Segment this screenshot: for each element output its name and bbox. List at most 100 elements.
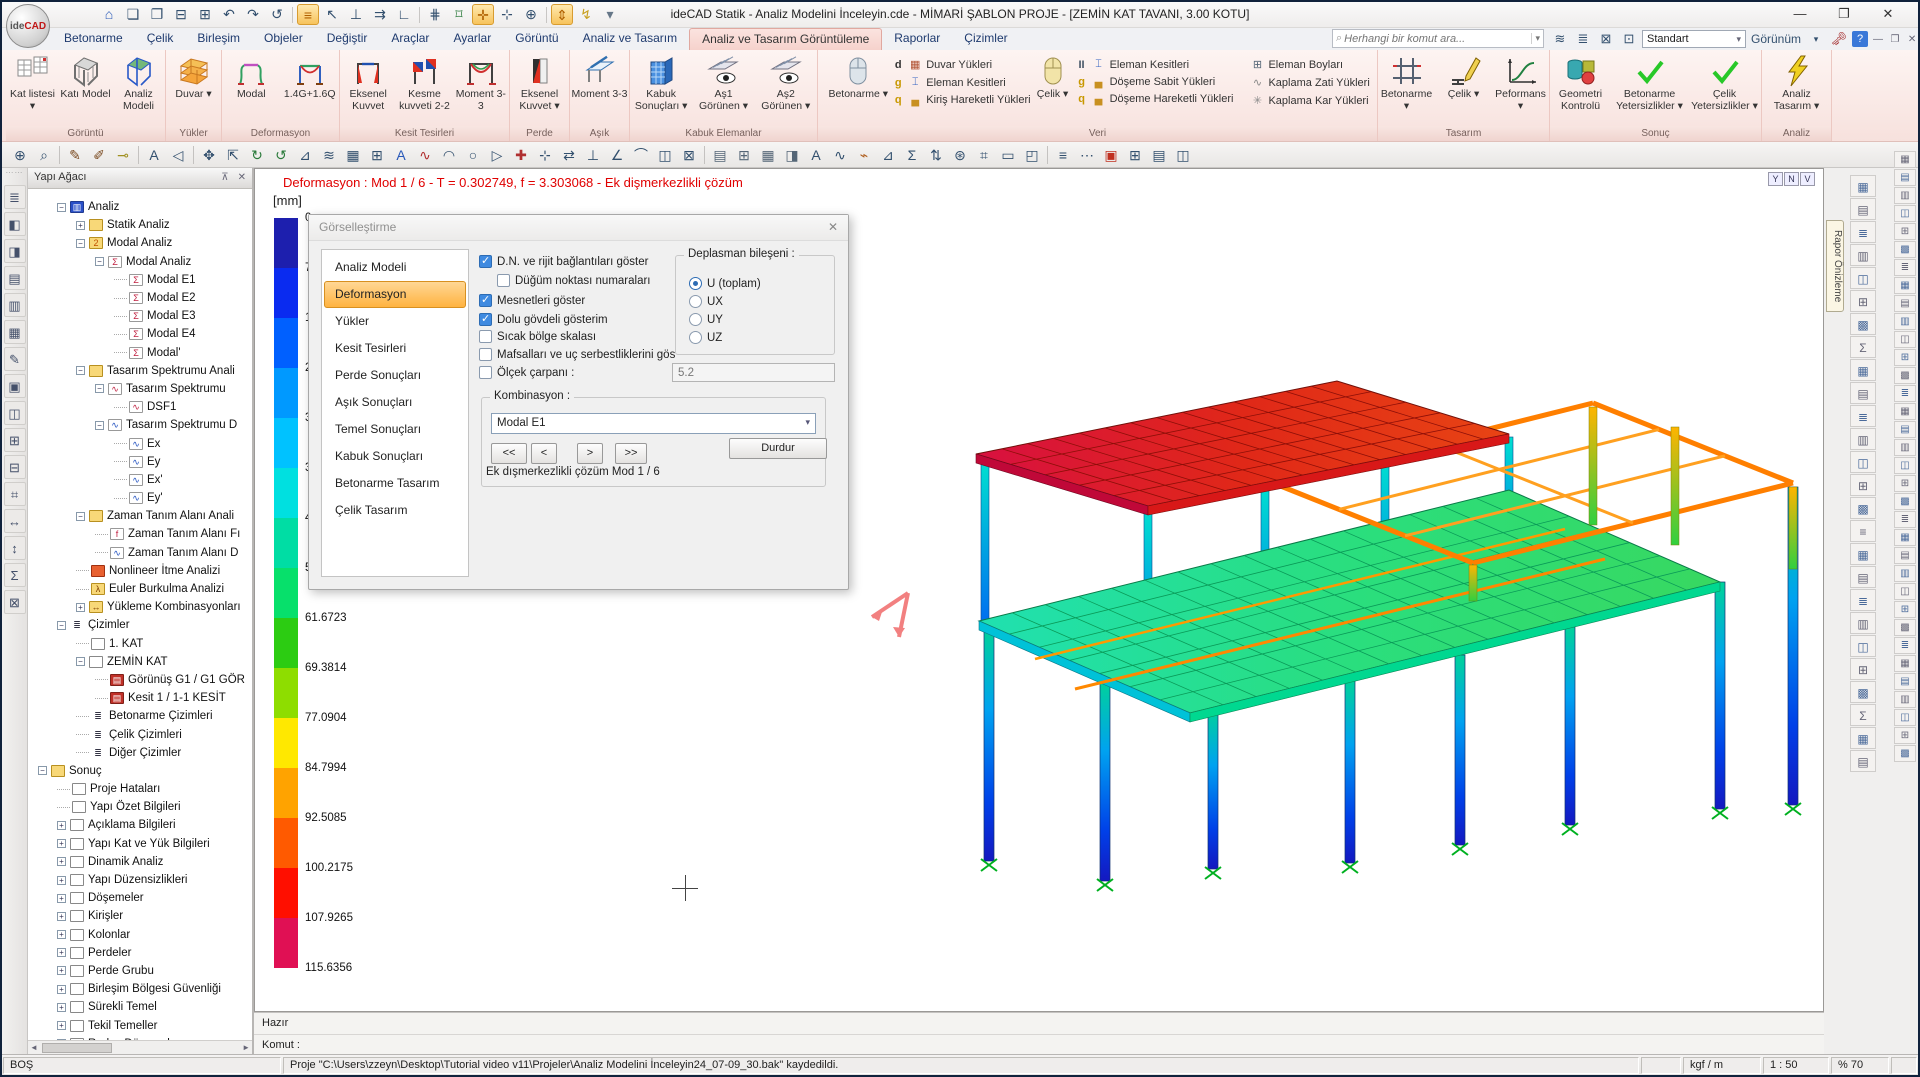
right-toolbar-button[interactable]: ≣ — [1850, 221, 1876, 243]
right-toolbar-button[interactable]: Σ — [1850, 704, 1876, 726]
left-strip-button[interactable]: ⊠ — [4, 590, 26, 614]
tree-expander[interactable]: + — [76, 221, 85, 230]
toolbar-button[interactable]: ⊥ — [581, 144, 605, 166]
tree-item[interactable]: +Perdeler — [28, 944, 252, 962]
right-toolbar-button[interactable]: ◫ — [1894, 457, 1916, 474]
right-toolbar-button[interactable]: ⊞ — [1894, 475, 1916, 492]
left-strip-button[interactable]: ↕ — [4, 536, 26, 560]
tree-item[interactable]: +Kolonlar — [28, 926, 252, 944]
right-toolbar-button[interactable]: ▤ — [1894, 547, 1916, 564]
right-toolbar-button[interactable]: ▦ — [1850, 175, 1876, 197]
ribbon-button[interactable]: Betonarme Yetersizlikler ▾ — [1611, 53, 1689, 113]
toolbar-button[interactable]: ◰ — [1020, 144, 1044, 166]
dialog-nav-deformasyon[interactable]: Deformasyon — [324, 281, 466, 308]
left-strip-button[interactable]: Σ — [4, 563, 26, 587]
right-toolbar-button[interactable]: ◫ — [1850, 451, 1876, 473]
left-strip-button[interactable]: ◧ — [4, 212, 26, 236]
dialog-nav-betonarme-tasar-m[interactable]: Betonarme Tasarım — [324, 470, 466, 497]
toolbar-button[interactable]: ▤ — [708, 144, 732, 166]
dialog-checkbox-row[interactable]: Sıcak bölge skalası — [479, 330, 596, 343]
toolbar-button[interactable]: ⊞ — [732, 144, 756, 166]
right-toolbar-button[interactable]: ≡ — [1850, 520, 1876, 542]
toolbar-button[interactable]: ⊕ — [8, 144, 32, 166]
toolbar-button[interactable]: ⌗ — [972, 144, 996, 166]
tree-item[interactable]: ∿Ex' — [28, 471, 252, 489]
viewport-button[interactable]: Y — [1768, 172, 1783, 186]
layers-icon[interactable]: ≋ — [1550, 31, 1570, 47]
ribbon-button[interactable]: Çelik Yetersizlikler ▾ — [1689, 53, 1761, 113]
toolbar-button[interactable]: ⊿ — [293, 144, 317, 166]
ribbon-link[interactable]: ⊞Eleman Boyları — [1233, 58, 1369, 71]
doc-close-icon[interactable]: ✕ — [1905, 34, 1919, 45]
right-toolbar-button[interactable]: ▦ — [1894, 655, 1916, 672]
left-strip-button[interactable]: ↔ — [4, 509, 26, 533]
chevron-down-icon[interactable]: ▾ — [1806, 34, 1826, 45]
tree-item[interactable]: ▤Kesit 1 / 1-1 KESİT — [28, 689, 252, 707]
right-toolbar-button[interactable]: ▩ — [1894, 367, 1916, 384]
left-strip-button[interactable]: ▣ — [4, 374, 26, 398]
toolbar-button[interactable]: ⊠ — [677, 144, 701, 166]
checkbox[interactable] — [497, 274, 510, 287]
right-toolbar-button[interactable]: ▤ — [1894, 169, 1916, 186]
tree-item[interactable]: −≣Çizimler — [28, 616, 252, 634]
toolbar-button[interactable]: ≋ — [317, 144, 341, 166]
tree-item[interactable]: Proje Hataları — [28, 780, 252, 798]
tab-ayarlar[interactable]: Ayarlar — [441, 28, 503, 50]
ribbon-button[interactable]: Geometri Kontrolü — [1551, 53, 1611, 113]
tree-expander[interactable]: − — [95, 257, 104, 266]
stop-button[interactable]: Durdur — [729, 438, 827, 459]
toolbar-button[interactable]: ◫ — [653, 144, 677, 166]
left-strip-button[interactable]: ⊟ — [4, 455, 26, 479]
tree-expander[interactable]: + — [57, 839, 66, 848]
toolbar-button[interactable]: ✎ — [63, 144, 87, 166]
pin-icon[interactable]: ⊼ — [221, 172, 228, 183]
tree-item[interactable]: −ΣModal Analiz — [28, 253, 252, 271]
ribbon-button[interactable]: Kat listesi ▾ — [6, 53, 59, 113]
ribbon-button[interactable]: Aş2 Görünen ▾ — [755, 53, 817, 113]
dialog-nav-kesit-tesirleri[interactable]: Kesit Tesirleri — [324, 335, 466, 362]
right-toolbar-button[interactable]: ▥ — [1850, 428, 1876, 450]
ribbon-button[interactable]: Analiz Tasarım ▾ — [1762, 53, 1831, 113]
ribbon-link[interactable]: q▄Döşeme Hareketli Yükleri — [1075, 93, 1234, 105]
tree-item[interactable]: −ZEMİN KAT — [28, 653, 252, 671]
checkbox[interactable] — [479, 294, 492, 307]
toolbar-button[interactable]: ↻ — [245, 144, 269, 166]
right-toolbar-button[interactable]: ▦ — [1850, 543, 1876, 565]
tree-expander[interactable]: − — [57, 203, 66, 212]
toolbar-button[interactable]: ▣ — [1099, 144, 1123, 166]
toolbar-button[interactable]: ✐ — [87, 144, 111, 166]
layer-new-icon[interactable]: ⊡ — [1619, 31, 1639, 47]
tab-birle-im[interactable]: Birleşim — [185, 28, 252, 50]
tree-item[interactable]: ≣Betonarme Çizimleri — [28, 707, 252, 725]
right-toolbar-button[interactable]: ▦ — [1894, 403, 1916, 420]
idecad-logo[interactable]: ideCAD — [6, 4, 50, 48]
right-toolbar-button[interactable]: ▥ — [1850, 244, 1876, 266]
right-toolbar-button[interactable]: ▩ — [1894, 745, 1916, 762]
radio-row[interactable]: UZ — [689, 331, 722, 344]
tree-item[interactable]: ∿Ey' — [28, 489, 252, 507]
ribbon-link[interactable]: ΙΙ⌶Eleman Kesitleri — [1075, 58, 1234, 71]
toolbar-button[interactable]: ⊞ — [1123, 144, 1147, 166]
tree-expander[interactable]: − — [95, 384, 104, 393]
right-toolbar-button[interactable]: ⊞ — [1894, 223, 1916, 240]
ribbon-link[interactable]: g⌶Eleman Kesitleri — [891, 76, 1030, 89]
tab-analiz-ve-tasar-m-g-r-nt-leme[interactable]: Analiz ve Tasarım Görüntüleme — [689, 28, 882, 50]
ribbon-button[interactable]: Eksenel Kuvvet — [340, 53, 396, 113]
toolbar-button[interactable]: ⇱ — [221, 144, 245, 166]
ribbon-button[interactable]: Betonarme ▾ — [1378, 53, 1435, 113]
right-toolbar-button[interactable]: ⊞ — [1894, 349, 1916, 366]
right-toolbar-button[interactable]: ▦ — [1894, 529, 1916, 546]
tree-expander[interactable]: + — [57, 876, 66, 885]
right-toolbar-button[interactable]: ≣ — [1894, 385, 1916, 402]
right-toolbar-button[interactable]: ▤ — [1850, 382, 1876, 404]
left-strip-button[interactable]: ✎ — [4, 347, 26, 371]
toolbar-button[interactable]: ∿ — [413, 144, 437, 166]
doc-restore-icon[interactable]: ❐ — [1888, 34, 1902, 45]
right-toolbar-button[interactable]: ▦ — [1894, 151, 1916, 168]
tab-de-i-tir[interactable]: Değiştir — [315, 28, 380, 50]
dialog-checkbox-row[interactable]: Mesnetleri göster — [479, 294, 585, 307]
tree-expander[interactable]: − — [76, 366, 85, 375]
tree-item[interactable]: λEuler Burkulma Analizi — [28, 580, 252, 598]
drag-grip[interactable]: ⋯⋯ — [2, 168, 27, 182]
toolbar-button[interactable]: ◁ — [166, 144, 190, 166]
